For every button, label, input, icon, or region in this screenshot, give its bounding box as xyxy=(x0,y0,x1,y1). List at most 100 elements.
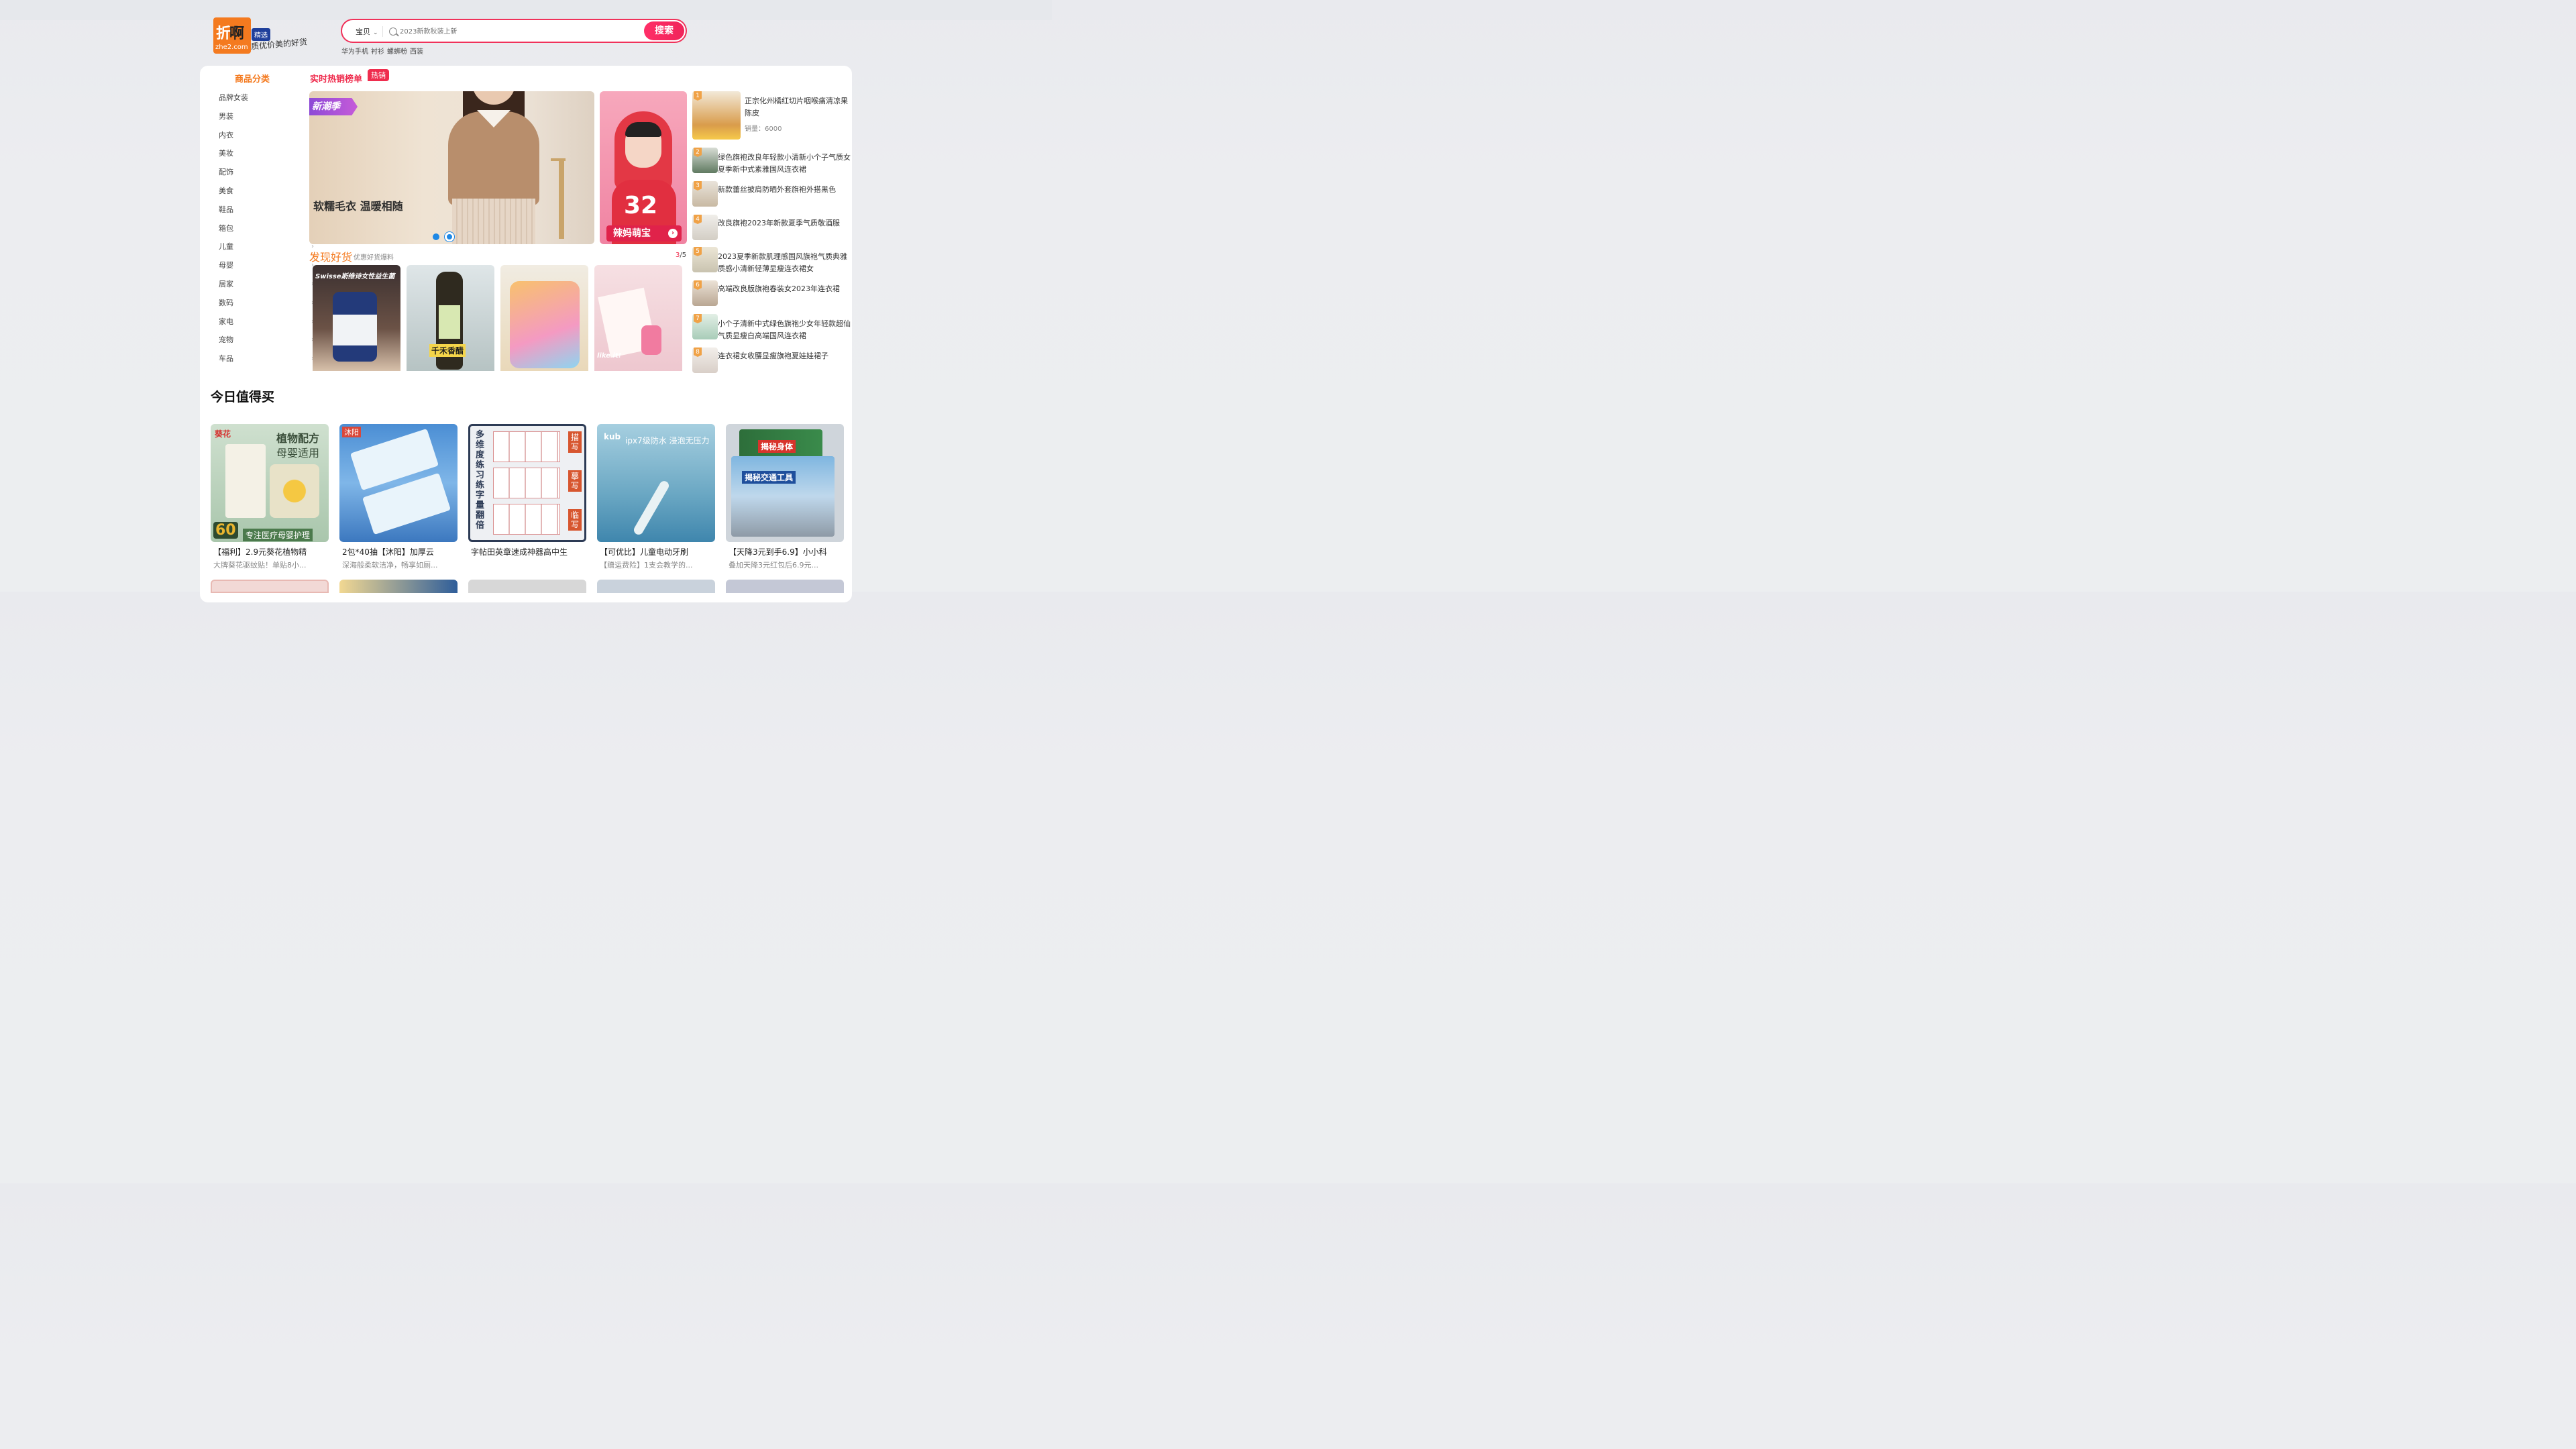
category-label: 品牌女装 xyxy=(219,93,248,102)
rank-number: 5 xyxy=(694,247,702,256)
top-strip xyxy=(0,0,1052,20)
product-image: 沐阳 xyxy=(339,424,458,542)
search-category-select[interactable]: 宝贝 ⌄ xyxy=(356,26,378,37)
discover-subtitle: 优惠好货爆料 xyxy=(354,254,394,262)
product-description: 大牌葵花驱蚊贴！单贴8小... xyxy=(213,561,307,570)
category-item[interactable]: 鞋品› xyxy=(219,201,318,219)
product-thumbnail: 5 xyxy=(692,247,718,272)
product-thumbnail: 3 xyxy=(692,181,718,207)
ranking-item[interactable]: 6 高端改良版旗袍春装女2023年连衣裙 xyxy=(692,280,852,307)
product-thumbnail: 2 xyxy=(692,148,718,173)
category-item[interactable]: 宠物› xyxy=(219,331,318,350)
product-card[interactable]: 多维度练习 练字量翻倍 描写 摹写 临写 字帖田英章速成神器高中生 xyxy=(468,424,586,559)
product-badge-count: 60 xyxy=(213,522,238,539)
product-card-peek[interactable] xyxy=(211,580,329,593)
category-label: 美食 xyxy=(219,186,233,195)
product-tag: 描写 xyxy=(568,431,582,453)
product-card[interactable]: kub ipx7级防水 浸泡无压力 【可优比】儿童电动牙刷 【赠运费险】1支会教… xyxy=(597,424,715,570)
main-banner[interactable]: 新潮季 软糯毛衣 温暖相随 xyxy=(309,91,594,244)
logo-url: zhe2.com xyxy=(215,44,248,51)
carousel-dot-active[interactable] xyxy=(445,231,454,241)
category-item[interactable]: 配饰› xyxy=(219,163,318,182)
product-title: 2包*40抽【沐阳】加厚云 xyxy=(342,547,434,557)
discover-card[interactable]: 千禾香醋 xyxy=(407,265,494,371)
category-item[interactable]: 母婴 › xyxy=(219,256,318,275)
product-card[interactable]: 葵花 植物配方 母婴适用 60 专注医疗母婴护理 【福利】2.9元葵花植物精 大… xyxy=(211,424,329,570)
discover-pager: 3/5 xyxy=(676,252,686,259)
product-description: 叠加天降3元红包后6.9元... xyxy=(729,561,818,570)
discover-card[interactable]: Swisse斯维诗女性益生菌 xyxy=(313,265,400,371)
category-item[interactable]: 品牌女装› xyxy=(219,89,318,107)
category-item[interactable]: 儿童 › xyxy=(219,237,318,256)
hot-word-link[interactable]: 华为手机 xyxy=(341,48,368,56)
carousel-dot[interactable] xyxy=(433,233,439,240)
product-card-peek[interactable] xyxy=(726,580,844,593)
product-card[interactable]: 揭秘身体 揭秘交通工具 【天降3元到手6.9】小小科 叠加天降3元红包后6.9元… xyxy=(726,424,844,570)
site-logo[interactable]: 折啊 zhe2.com 精选 质优价美的好货 xyxy=(213,17,321,55)
pager-total: /5 xyxy=(680,252,687,259)
ranking-item[interactable]: 4 改良旗袍2023年新款夏季气质敬酒服 xyxy=(692,215,852,241)
product-card-peek[interactable] xyxy=(597,580,715,593)
category-item[interactable]: 箱包› xyxy=(219,219,318,238)
ranking-item-title: 新款蕾丝披肩防晒外套旗袍外搭黑色 xyxy=(718,185,836,194)
ranking-item[interactable]: 7 小个子清新中式绿色旗袍少女年轻款超仙气质显瘦白高端国风连衣裙 xyxy=(692,314,852,341)
category-item[interactable]: 男装› xyxy=(219,107,318,126)
product-image-footer: 专注医疗母婴护理 xyxy=(243,529,313,541)
category-label: 鞋品 xyxy=(219,205,233,214)
product-image: 揭秘身体 揭秘交通工具 xyxy=(726,424,844,542)
category-item[interactable]: 家电› xyxy=(219,313,318,331)
product-image: kub ipx7级防水 浸泡无压力 xyxy=(597,424,715,542)
side-banner[interactable]: 32 辣妈萌宝 › xyxy=(600,91,687,244)
search-input[interactable] xyxy=(400,24,641,39)
hot-word-link[interactable]: 螺蛳粉 xyxy=(387,48,407,56)
category-label: 家电 xyxy=(219,317,233,326)
product-title: 字帖田英章速成神器高中生 xyxy=(471,547,568,557)
search-category-label: 宝贝 xyxy=(356,28,370,36)
product-tag: 临写 xyxy=(568,509,582,531)
discover-card-caption: Swisse斯维诗女性益生菌 xyxy=(315,273,395,280)
category-label: 宠物 xyxy=(219,335,233,345)
discover-card[interactable] xyxy=(500,265,588,371)
category-label: 箱包 xyxy=(219,223,233,233)
product-thumbnail: 6 xyxy=(692,280,718,306)
category-item[interactable]: 美妆› xyxy=(219,144,318,163)
ranking-item[interactable]: 8 连衣裙女收腰显瘦旗袍夏娃娃裙子 xyxy=(692,347,852,374)
product-tag: 摹写 xyxy=(568,470,582,492)
category-item[interactable]: 数码› xyxy=(219,294,318,313)
product-card-peek[interactable] xyxy=(468,580,586,593)
ranking-title: 实时热销榜单 xyxy=(310,74,363,85)
hot-word-link[interactable]: 衬衫 xyxy=(371,48,384,56)
logo-char-accent: 啊 xyxy=(229,25,244,42)
search-button[interactable]: 搜索 xyxy=(644,21,684,40)
category-label: 美妆 xyxy=(219,149,233,158)
category-label: 母婴 xyxy=(219,261,233,270)
product-card[interactable]: 沐阳 2包*40抽【沐阳】加厚云 深海般柔软洁净，畅享如厕... xyxy=(339,424,458,570)
banner-tag: 新潮季 xyxy=(309,98,358,115)
category-item[interactable]: 居家› xyxy=(219,275,318,294)
rank-number: 2 xyxy=(694,148,702,157)
ranking-item-title: 小个子清新中式绿色旗袍少女年轻款超仙气质显瘦白高端国风连衣裙 xyxy=(718,319,851,340)
ranking-item[interactable]: 3 新款蕾丝披肩防晒外套旗袍外搭黑色 xyxy=(692,181,852,208)
product-image-headline: 揭秘身体 xyxy=(758,440,796,453)
ranking-item[interactable]: 5 2023夏季新款肌理感国风旗袍气质典雅质感小清新轻薄显瘦连衣裙女 xyxy=(692,247,852,274)
ranking-item[interactable]: 1 正宗化州橘红切片咽喉痛清凉果陈皮 销量：6000 xyxy=(692,91,852,140)
hot-word-link[interactable]: 西装 xyxy=(410,48,423,56)
ranking-item-title: 正宗化州橘红切片咽喉痛清凉果陈皮 xyxy=(745,97,848,117)
rank-number: 3 xyxy=(694,181,702,191)
category-label: 男装 xyxy=(219,111,233,121)
category-label: 居家 xyxy=(219,279,233,288)
product-thumbnail: 7 xyxy=(692,314,718,339)
discover-card[interactable]: like it! xyxy=(594,265,682,371)
product-thumbnail: 4 xyxy=(692,215,718,240)
category-item[interactable]: 美食› xyxy=(219,182,318,201)
product-card-peek[interactable] xyxy=(339,580,458,593)
search-divider xyxy=(382,26,383,37)
ranking-item[interactable]: 2 绿色旗袍改良年轻款小清新小个子气质女夏季新中式素雅国风连衣裙 xyxy=(692,148,852,174)
category-label: 内衣 xyxy=(219,130,233,140)
ranking-item-title: 连衣裙女收腰显瘦旗袍夏娃娃裙子 xyxy=(718,352,828,360)
category-item[interactable]: 车品› xyxy=(219,350,318,368)
logo-mark: 折啊 xyxy=(216,21,244,43)
category-item[interactable]: 内衣› xyxy=(219,126,318,145)
category-list: 品牌女装› 男装› 内衣› 美妆› 配饰› 美食› 鞋品› 箱包› 儿童› 母婴… xyxy=(219,89,318,368)
product-image-headline: 植物配方 xyxy=(276,432,320,445)
